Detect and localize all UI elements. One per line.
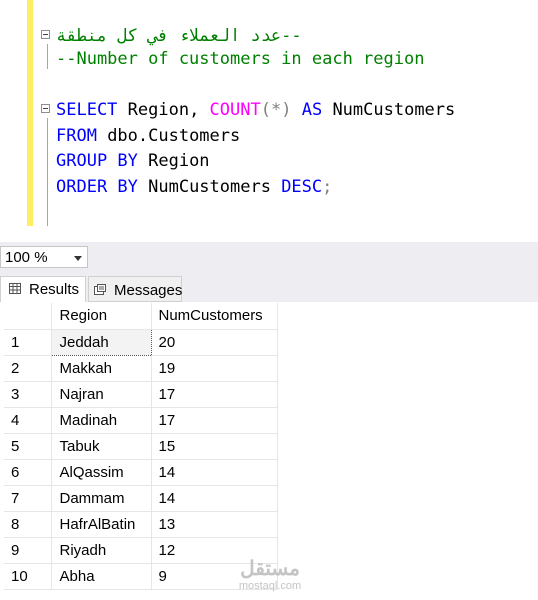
watermark-logo: مستقل mostaql.com: [236, 558, 304, 596]
row-number[interactable]: 8: [4, 511, 52, 538]
keyword: FROM: [56, 126, 97, 146]
cell-numcustomers[interactable]: 14: [151, 459, 278, 486]
cell-numcustomers[interactable]: 14: [151, 485, 278, 512]
cell-numcustomers[interactable]: 17: [151, 407, 278, 434]
keyword: ORDER BY: [56, 177, 138, 197]
zoom-value: 100 %: [5, 249, 48, 266]
table-row[interactable]: 6 AlQassim 14: [4, 459, 278, 486]
code-line-group-by: GROUP BY Region: [56, 151, 210, 171]
code-line-select: SELECT Region, COUNT(*) AS NumCustomers: [56, 100, 455, 120]
grid-header-row: Region NumCustomers: [4, 303, 278, 330]
column-header-numcustomers[interactable]: NumCustomers: [151, 303, 278, 330]
cell-region[interactable]: Makkah: [51, 355, 152, 382]
row-number[interactable]: 3: [4, 381, 52, 408]
row-number[interactable]: 9: [4, 537, 52, 564]
cell-region[interactable]: Abha: [51, 563, 152, 590]
watermark-arabic: مستقل: [240, 558, 300, 580]
grid-icon: [9, 283, 21, 294]
table-row[interactable]: 3 Najran 17: [4, 381, 278, 408]
table-row[interactable]: 4 Madinah 17: [4, 407, 278, 434]
cell-numcustomers[interactable]: 17: [151, 381, 278, 408]
paren: (: [260, 100, 271, 120]
outline-guide: [47, 118, 48, 226]
code-text: Region,: [117, 100, 210, 120]
table-row[interactable]: 1 Jeddah 20: [4, 328, 278, 356]
comment-line-english: --Number of customers in each region: [56, 49, 425, 69]
tab-messages[interactable]: Messages: [88, 276, 182, 302]
code-text: NumCustomers: [322, 100, 456, 120]
cell-region[interactable]: AlQassim: [51, 459, 152, 486]
query-editor[interactable]: --عدد العملاء في كل منطقة --Number of cu…: [0, 0, 538, 242]
tab-results[interactable]: Results: [0, 276, 86, 302]
zoom-dropdown[interactable]: 100 %: [0, 246, 88, 268]
watermark-latin: mostaql.com: [238, 580, 302, 592]
cell-numcustomers[interactable]: 20: [151, 329, 278, 356]
cell-numcustomers[interactable]: 19: [151, 355, 278, 382]
table-row[interactable]: 2 Makkah 19: [4, 355, 278, 382]
messages-icon: [94, 284, 106, 295]
row-number[interactable]: 2: [4, 355, 52, 382]
row-number-header[interactable]: [4, 303, 52, 330]
cell-region[interactable]: HafrAlBatin: [51, 511, 152, 538]
table-row[interactable]: 5 Tabuk 15: [4, 433, 278, 460]
function-name: COUNT: [209, 100, 261, 120]
cell-region[interactable]: Tabuk: [51, 433, 152, 460]
row-number[interactable]: 7: [4, 485, 52, 512]
cell-region[interactable]: Dammam: [51, 485, 152, 512]
table-row[interactable]: 8 HafrAlBatin 13: [4, 511, 278, 538]
code-line-order-by: ORDER BY NumCustomers DESC;: [56, 177, 332, 197]
code-line-from: FROM dbo.Customers: [56, 126, 240, 146]
row-number[interactable]: 1: [4, 329, 52, 356]
keyword: DESC: [281, 177, 323, 197]
tab-messages-label: Messages: [114, 282, 183, 299]
keyword: SELECT: [56, 100, 118, 120]
outline-guide: [47, 44, 48, 69]
row-number[interactable]: 5: [4, 433, 52, 460]
cell-region[interactable]: Madinah: [51, 407, 152, 434]
keyword: GROUP BY: [56, 151, 138, 171]
change-tracking-bar: [27, 0, 33, 226]
cell-region[interactable]: Jeddah: [50, 328, 152, 356]
row-number[interactable]: 10: [4, 563, 52, 590]
code-text: NumCustomers: [137, 177, 282, 197]
paren: ): [281, 100, 292, 120]
cell-numcustomers[interactable]: 15: [151, 433, 278, 460]
row-number[interactable]: 6: [4, 459, 52, 486]
keyword: AS: [291, 100, 323, 120]
collapse-query-icon[interactable]: [41, 104, 50, 113]
cell-region[interactable]: Najran: [51, 381, 152, 408]
code-text: Region: [137, 151, 210, 171]
code-text: dbo.Customers: [96, 126, 241, 146]
tab-results-label: Results: [29, 281, 80, 298]
asterisk: *: [270, 100, 282, 120]
column-header-region[interactable]: Region: [51, 303, 152, 330]
results-grid[interactable]: Region NumCustomers 1 Jeddah 20 2 Makkah 19 …: [4, 303, 278, 590]
semicolon: ;: [322, 177, 333, 197]
chevron-down-icon[interactable]: [74, 256, 82, 261]
collapse-comment-icon[interactable]: [41, 30, 50, 39]
row-number[interactable]: 4: [4, 407, 52, 434]
cell-numcustomers[interactable]: 13: [151, 511, 278, 538]
table-row[interactable]: 7 Dammam 14: [4, 485, 278, 512]
cell-region[interactable]: Riyadh: [51, 537, 152, 564]
comment-line-arabic: --عدد العملاء في كل منطقة: [56, 26, 302, 46]
